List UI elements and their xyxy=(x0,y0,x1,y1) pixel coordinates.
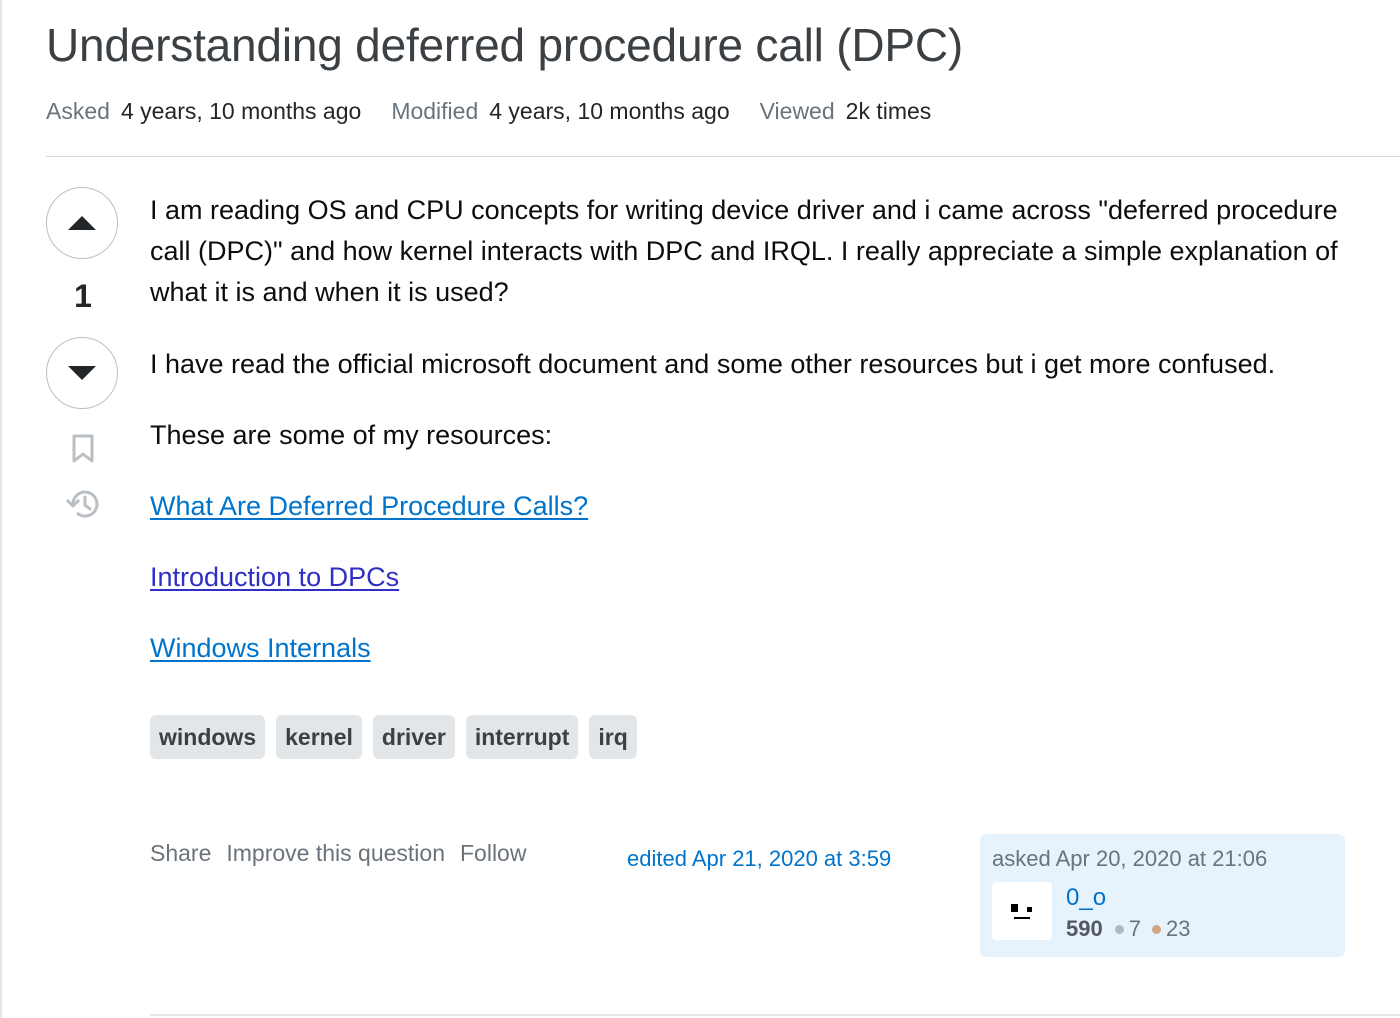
resource-link-intro-dpcs[interactable]: Introduction to DPCs xyxy=(150,557,1370,598)
avatar[interactable] xyxy=(992,882,1052,940)
body-paragraph: I have read the official microsoft docum… xyxy=(150,349,1276,379)
bronze-badge-icon xyxy=(1151,924,1161,934)
vote-count: 1 xyxy=(74,278,92,314)
tag-irq[interactable]: irq xyxy=(589,715,637,759)
edited-link[interactable]: edited Apr 21, 2020 at 3:59 xyxy=(627,846,891,872)
asked-meta: Asked 4 years, 10 months ago xyxy=(46,98,361,125)
tag-list: windows kernel driver interrupt irq xyxy=(150,715,648,759)
identicon-icon xyxy=(1011,904,1032,919)
user-stats: 590 7 23 xyxy=(1066,916,1201,942)
history-icon xyxy=(65,490,99,518)
improve-question-link[interactable]: Improve this question xyxy=(226,840,445,867)
resource-link-dpc[interactable]: What Are Deferred Procedure Calls? xyxy=(150,486,1370,527)
bookmark-button[interactable] xyxy=(64,430,102,468)
silver-badge-icon xyxy=(1114,924,1124,934)
share-link[interactable]: Share xyxy=(150,840,211,867)
footer-divider xyxy=(150,1014,1400,1016)
downvote-button[interactable] xyxy=(46,337,118,409)
owner-card: asked Apr 20, 2020 at 21:06 0_o 590 7 23 xyxy=(980,834,1345,957)
question-body: I am reading OS and CPU concepts for wri… xyxy=(150,190,1370,669)
tag-windows[interactable]: windows xyxy=(150,715,266,759)
user-name-link[interactable]: 0_o xyxy=(1066,884,1106,912)
question-meta: Asked 4 years, 10 months ago Modified 4 ye… xyxy=(46,98,961,125)
modified-meta: Modified 4 years, 10 months ago xyxy=(391,98,729,125)
modified-value[interactable]: 4 years, 10 months ago xyxy=(489,98,729,124)
resource-link-windows-internals[interactable]: Windows Internals xyxy=(150,628,1370,669)
question-title[interactable]: Understanding deferred procedure call (D… xyxy=(46,18,963,72)
viewed-label: Viewed xyxy=(759,98,835,124)
viewed-value: 2k times xyxy=(845,98,932,124)
tag-interrupt[interactable]: interrupt xyxy=(465,715,579,759)
viewed-meta: Viewed 2k times xyxy=(760,98,932,125)
upvote-button[interactable] xyxy=(46,187,118,259)
reputation-score: 590 xyxy=(1066,916,1103,941)
asked-label: Asked xyxy=(46,98,110,124)
bookmark-icon xyxy=(72,434,94,463)
asked-timestamp: asked Apr 20, 2020 at 21:06 xyxy=(992,846,1268,871)
modified-label: Modified xyxy=(391,98,479,124)
body-paragraph: I am reading OS and CPU concepts for wri… xyxy=(150,195,1338,307)
bronze-badge-count: 23 xyxy=(1165,916,1191,941)
tag-driver[interactable]: driver xyxy=(372,715,455,759)
tag-kernel[interactable]: kernel xyxy=(276,715,362,759)
asked-value[interactable]: 4 years, 10 months ago xyxy=(121,98,361,124)
post-menu: Share Improve this question Follow xyxy=(150,840,541,867)
vote-up-icon xyxy=(68,216,96,230)
follow-button[interactable]: Follow xyxy=(460,840,526,867)
left-border xyxy=(0,0,2,1018)
history-button[interactable] xyxy=(64,485,102,523)
silver-badge-count: 7 xyxy=(1128,916,1141,941)
vote-down-icon xyxy=(68,366,96,380)
body-paragraph: These are some of my resources: xyxy=(150,420,553,450)
header-divider xyxy=(46,156,1400,157)
